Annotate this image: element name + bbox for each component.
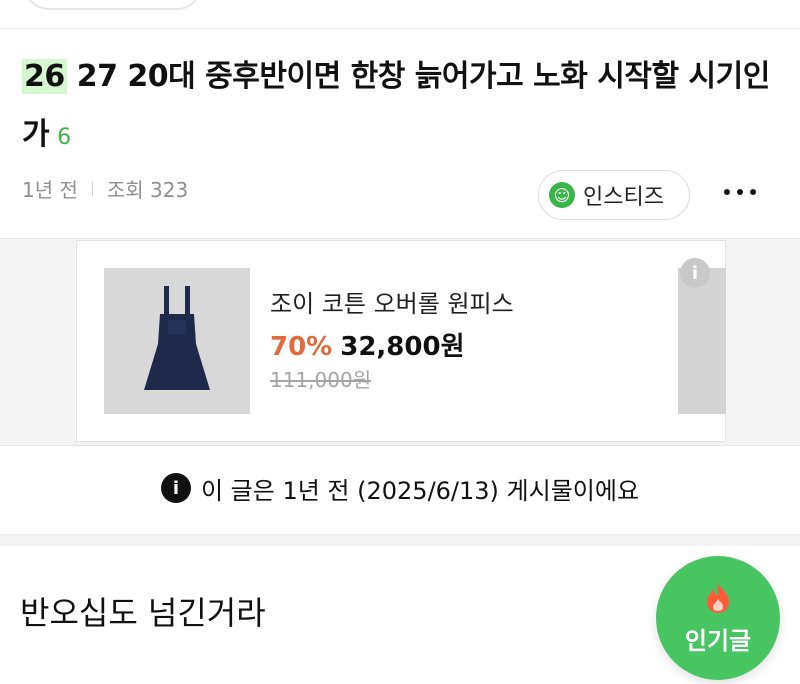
title-highlight: 26	[22, 59, 67, 94]
ad-original-price: 111,000원	[270, 368, 372, 392]
popular-label: 인기글	[684, 626, 752, 655]
ad-sale-price: 32,800원	[340, 332, 465, 362]
post-time: 1년 전	[22, 178, 78, 202]
section-divider	[0, 534, 800, 546]
notice-text: 이 글은 1년 전 (2025/6/13) 게시물이에요	[200, 476, 640, 505]
meta-separator	[91, 181, 93, 196]
ad-product-image[interactable]	[104, 268, 250, 414]
divider	[0, 28, 800, 29]
more-dots-icon[interactable]	[720, 176, 760, 208]
ad-next-card-partial[interactable]	[678, 268, 726, 414]
title-text: 27 20대 중후반이면 한창 늙어가고 노화 시작할 시기인가	[22, 59, 770, 152]
post-title: 26 27 20대 중후반이면 한창 늙어가고 노화 시작할 시기인가 6	[22, 48, 782, 167]
post-page: 26 27 20대 중후반이면 한창 늙어가고 노화 시작할 시기인가 6 1년 …	[0, 0, 800, 684]
view-count: 조회 323	[106, 178, 189, 202]
smile-icon: ☺	[549, 182, 575, 208]
info-icon[interactable]: i	[680, 258, 710, 288]
popular-posts-button[interactable]: 인기글	[656, 556, 780, 680]
ad-discount: 70%	[270, 332, 333, 362]
top-button-partial[interactable]	[24, 0, 202, 10]
fire-icon	[707, 582, 729, 613]
info-icon: i	[160, 473, 191, 503]
author-name: 인스티즈	[583, 185, 664, 210]
post-age-notice: i 이 글은 1년 전 (2025/6/13) 게시물이에요	[0, 458, 800, 518]
ad-price: 70% 32,800원	[270, 326, 465, 363]
ad-product-name[interactable]: 조이 코튼 오버롤 원피스	[270, 284, 514, 319]
comment-count[interactable]: 6	[57, 125, 71, 150]
dress-image	[144, 286, 210, 390]
post-meta: 1년 전 조회 323	[22, 174, 188, 203]
post-body: 반오십도 넘긴거라	[20, 594, 266, 632]
author-chip[interactable]: ☺ 인스티즈	[538, 170, 690, 220]
